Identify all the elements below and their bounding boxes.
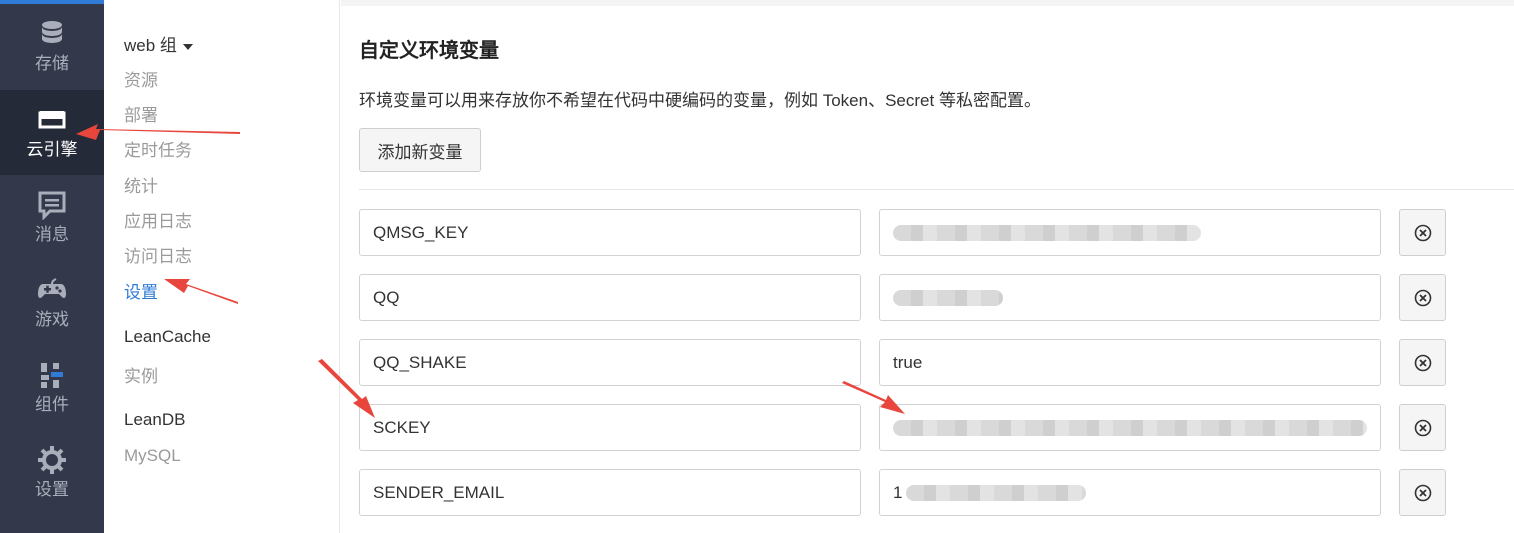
env-var-row: SCKEY <box>359 404 1449 451</box>
env-value-input[interactable] <box>879 274 1381 321</box>
env-value-input[interactable] <box>879 404 1381 451</box>
rail-label: 组件 <box>35 394 69 414</box>
close-circle-icon <box>1414 484 1431 501</box>
delete-variable-button[interactable] <box>1399 339 1446 386</box>
value-prefix: 1 <box>893 482 903 502</box>
blurred-value <box>893 419 1367 436</box>
main-content: 自定义环境变量 环境变量可以用来存放你不希望在代码中硬编码的变量，例如 Toke… <box>341 0 1514 533</box>
nav-item-deploy[interactable]: 部署 <box>124 101 158 126</box>
icon-rail: 存储 云引擎 消息 游戏 组件 设置 <box>0 0 104 533</box>
delete-variable-button[interactable] <box>1399 209 1446 256</box>
env-key-input[interactable]: SCKEY <box>359 404 861 451</box>
blurred-value <box>893 289 1003 306</box>
env-key-input[interactable]: QQ <box>359 274 861 321</box>
env-var-row: QQ <box>359 274 1449 321</box>
group-selector-web[interactable]: web 组 <box>124 31 193 56</box>
rail-label: 云引擎 <box>26 139 78 159</box>
rail-item-storage[interactable]: 存储 <box>0 4 104 89</box>
env-value-input[interactable]: 1 <box>879 469 1381 516</box>
env-var-row: QQ_SHAKE true <box>359 339 1449 386</box>
group-leandb: LeanDB <box>124 410 186 429</box>
env-var-row: QMSG_KEY <box>359 209 1449 256</box>
nav-item-mysql[interactable]: MySQL <box>124 446 181 466</box>
page-description: 环境变量可以用来存放你不希望在代码中硬编码的变量，例如 Token、Secret… <box>359 91 1041 110</box>
message-icon <box>38 191 66 220</box>
group-label: web 组 <box>124 36 177 55</box>
nav-item-scheduled-tasks[interactable]: 定时任务 <box>124 136 192 161</box>
page-title: 自定义环境变量 <box>359 40 499 62</box>
caret-down-icon <box>182 43 193 50</box>
rail-label: 设置 <box>35 479 69 499</box>
rail-label: 游戏 <box>35 309 69 329</box>
close-circle-icon <box>1414 224 1431 241</box>
blurred-value <box>906 484 1087 501</box>
rail-label: 存储 <box>35 53 69 73</box>
gear-icon <box>38 445 66 474</box>
server-icon <box>38 110 66 128</box>
nav-item-access-logs[interactable]: 访问日志 <box>124 242 192 267</box>
blurred-value <box>893 224 1201 241</box>
add-variable-button[interactable]: 添加新变量 <box>359 128 481 172</box>
secondary-nav: web 组 资源 部署 定时任务 统计 应用日志 访问日志 设置 LeanCac… <box>104 0 340 533</box>
rail-item-messages[interactable]: 消息 <box>0 175 104 260</box>
close-circle-icon <box>1414 289 1431 306</box>
env-key-input[interactable]: QQ_SHAKE <box>359 339 861 386</box>
env-value-input[interactable]: true <box>879 339 1381 386</box>
rail-item-settings[interactable]: 设置 <box>0 430 104 515</box>
gamepad-icon <box>38 277 66 298</box>
nav-item-settings[interactable]: 设置 <box>124 278 158 303</box>
close-circle-icon <box>1414 419 1431 436</box>
close-circle-icon <box>1414 354 1431 371</box>
delete-variable-button[interactable] <box>1399 274 1446 321</box>
divider <box>359 189 1514 190</box>
env-value-input[interactable] <box>879 209 1381 256</box>
nav-item-resources[interactable]: 资源 <box>124 66 158 91</box>
rail-label: 消息 <box>35 224 69 244</box>
rail-item-cloud-engine[interactable]: 云引擎 <box>0 90 104 175</box>
nav-item-app-logs[interactable]: 应用日志 <box>124 207 192 232</box>
nav-item-instances[interactable]: 实例 <box>124 362 158 387</box>
content-top-strip <box>341 0 1514 6</box>
env-key-input[interactable]: QMSG_KEY <box>359 209 861 256</box>
app-window: 存储 云引擎 消息 游戏 组件 设置 web 组 资源 部署 定时任务 统计 应… <box>0 0 1514 533</box>
rail-item-games[interactable]: 游戏 <box>0 260 104 345</box>
rail-item-components[interactable]: 组件 <box>0 345 104 430</box>
group-leancache: LeanCache <box>124 327 211 346</box>
delete-variable-button[interactable] <box>1399 404 1446 451</box>
database-icon <box>42 20 62 43</box>
delete-variable-button[interactable] <box>1399 469 1446 516</box>
env-key-input[interactable]: SENDER_EMAIL <box>359 469 861 516</box>
components-icon <box>41 362 63 388</box>
nav-item-stats[interactable]: 统计 <box>124 172 158 197</box>
env-var-row: SENDER_EMAIL 1 <box>359 469 1449 516</box>
